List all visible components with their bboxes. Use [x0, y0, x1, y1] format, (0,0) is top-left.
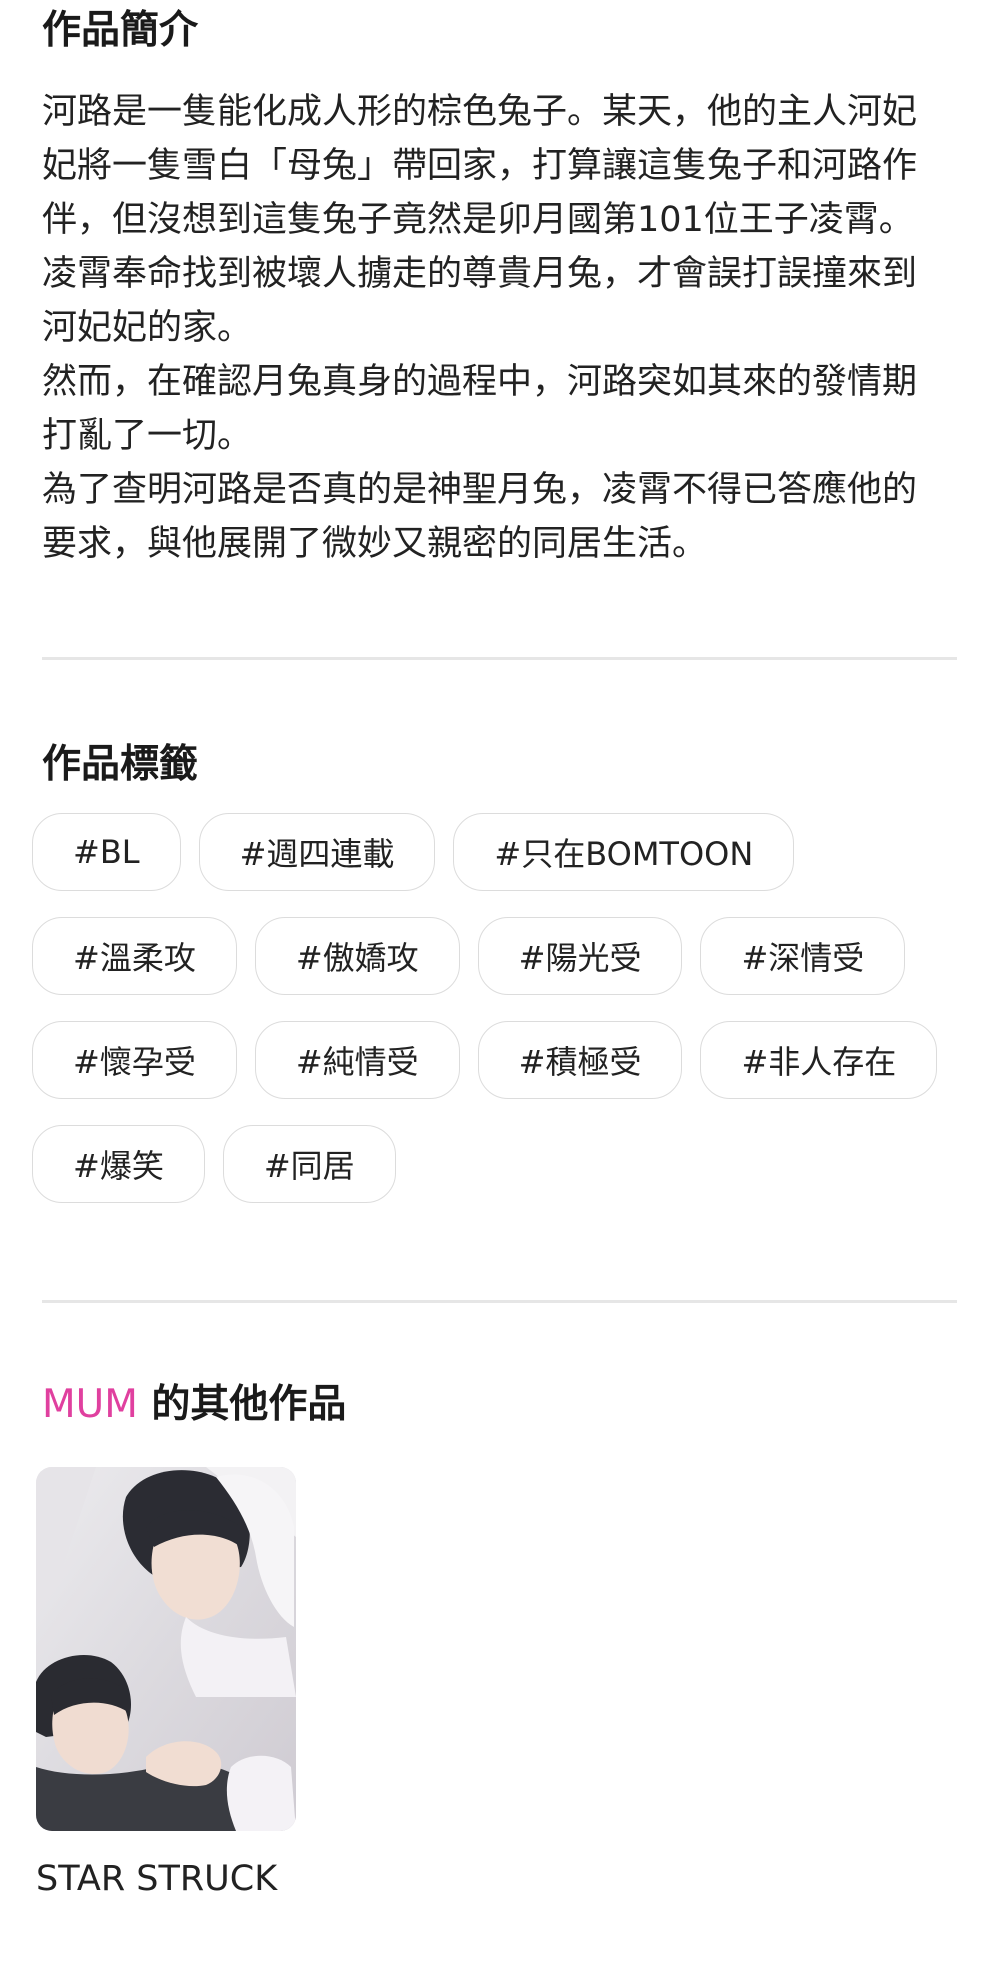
tag-chip[interactable]: #深情受 [700, 916, 906, 995]
section-divider [42, 657, 957, 660]
tag-list: #BL #週四連載 #只在BOMTOON #溫柔攻 #傲嬌攻 #陽光受 #深情受… [32, 812, 972, 1229]
synopsis-line: 凌霄奉命找到被壞人擄走的尊貴月兔，才會誤打誤撞來到 [42, 253, 918, 294]
tag-chip[interactable]: #週四連載 [198, 812, 436, 891]
synopsis-text: 河路是一隻能化成人形的棕色兔子。某天，他的主人河妃 妃將一隻雪白「母兔」帶回家，… [42, 85, 957, 571]
synopsis-line: 妃將一隻雪白「母兔」帶回家，打算讓這隻兔子和河路作 [42, 145, 918, 186]
tag-chip[interactable]: #溫柔攻 [32, 916, 237, 995]
tag-chip[interactable]: #爆笑 [32, 1124, 205, 1203]
synopsis-line: 伴，但沒想到這隻兔子竟然是卯月國第101位王子凌霄。 [42, 199, 914, 240]
work-card[interactable]: STAR STRUCK [36, 1467, 296, 1901]
synopsis-line: 河妃妃的家。 [42, 307, 253, 348]
author-name[interactable]: MUM [42, 1382, 138, 1427]
work-cover-image[interactable] [36, 1467, 296, 1831]
other-works-heading: MUM 的其他作品 [42, 1382, 957, 1429]
tag-chip[interactable]: #BL [32, 812, 181, 891]
tags-heading: 作品標籤 [42, 742, 199, 787]
tag-chip[interactable]: #非人存在 [700, 1020, 938, 1099]
other-works-heading-suffix: 的其他作品 [137, 1382, 347, 1427]
cover-illustration [36, 1467, 296, 1831]
tag-chip[interactable]: #只在BOMTOON [453, 812, 795, 891]
synopsis-line: 然而，在確認月兔真身的過程中，河路突如其來的發情期 [42, 361, 918, 402]
tag-chip[interactable]: #陽光受 [477, 916, 683, 995]
tag-chip[interactable]: #純情受 [254, 1020, 460, 1099]
synopsis-line: 為了查明河路是否真的是神聖月兔，凌霄不得已答應他的 [42, 469, 918, 510]
synopsis-line: 要求，與他展開了微妙又親密的同居生活。 [42, 523, 708, 564]
tag-chip[interactable]: #同居 [222, 1124, 396, 1203]
other-works-section: MUM 的其他作品 STAR STRUCK [36, 1382, 957, 1899]
tag-chip[interactable]: #懷孕受 [32, 1020, 237, 1099]
tag-chip[interactable]: #傲嬌攻 [254, 916, 460, 995]
work-title[interactable]: STAR STRUCK [36, 1857, 296, 1901]
section-divider [42, 1300, 957, 1303]
synopsis-heading: 作品簡介 [42, 8, 199, 53]
synopsis-line: 河路是一隻能化成人形的棕色兔子。某天，他的主人河妃 [42, 91, 918, 132]
synopsis-section: 作品簡介 河路是一隻能化成人形的棕色兔子。某天，他的主人河妃 妃將一隻雪白「母兔… [42, 8, 957, 571]
synopsis-line: 打亂了一切。 [42, 415, 253, 456]
tags-section: 作品標籤 #BL #週四連載 #只在BOMTOON #溫柔攻 #傲嬌攻 #陽光受… [32, 742, 957, 1229]
tag-chip[interactable]: #積極受 [477, 1020, 683, 1099]
